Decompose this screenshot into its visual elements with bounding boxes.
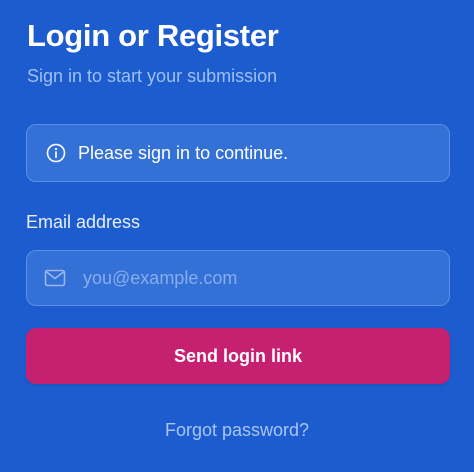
- email-input[interactable]: [83, 251, 449, 305]
- email-label: Email address: [26, 212, 141, 232]
- notice-text: Please sign in to continue.: [78, 142, 289, 163]
- page-subtitle: Sign in to start your submission: [27, 66, 278, 86]
- mail-icon: [44, 269, 66, 287]
- send-login-link-button[interactable]: Send login link: [26, 328, 450, 384]
- email-field-wrapper[interactable]: [26, 250, 450, 306]
- info-icon: [46, 143, 66, 163]
- forgot-password-link[interactable]: Forgot password?: [0, 420, 474, 441]
- page-title: Login or Register: [27, 18, 279, 53]
- info-notice: Please sign in to continue.: [26, 124, 450, 182]
- login-page: Login or Register Sign in to start your …: [0, 0, 474, 472]
